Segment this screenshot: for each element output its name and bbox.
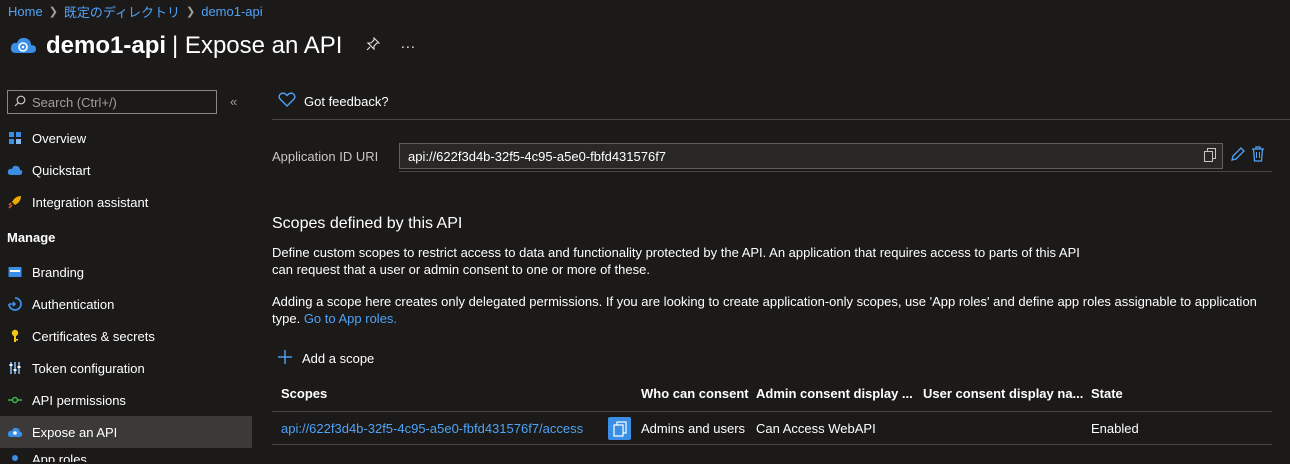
scope-link[interactable]: api://622f3d4b-32f5-4c95-a5e0-fbfd431576… [281, 421, 583, 436]
branding-icon [7, 264, 23, 280]
overview-icon [7, 130, 23, 146]
scopes-note: Adding a scope here creates only delegat… [272, 293, 1272, 327]
admin-consent-cell: Can Access WebAPI [756, 420, 876, 436]
more-options-button[interactable]: ··· [400, 38, 415, 55]
app-name: demo1-api [46, 32, 167, 59]
sidebar-item-label: Token configuration [32, 360, 145, 376]
column-header-who-can-consent[interactable]: Who can consent [608, 386, 756, 401]
expose-api-icon [7, 424, 23, 440]
search-input[interactable] [32, 94, 202, 110]
token-config-icon [7, 360, 23, 376]
scope-cell: api://622f3d4b-32f5-4c95-a5e0-fbfd431576… [272, 421, 608, 436]
main-content: Got feedback? Application ID URI api://6… [272, 86, 1290, 464]
sidebar-item-label: Overview [32, 130, 87, 146]
app-registration-icon [8, 31, 38, 61]
add-scope-label: Add a scope [302, 351, 375, 366]
sidebar-item-branding[interactable]: Branding [0, 256, 252, 288]
sidebar-item-label: Integration assistant [32, 194, 149, 210]
add-scope-button[interactable]: Add a scope [278, 350, 374, 367]
breadcrumb-directory[interactable]: 既定のディレクトリ [64, 2, 180, 21]
divider [399, 171, 1272, 172]
heart-icon [278, 92, 296, 111]
sidebar-item-label: Authentication [32, 296, 115, 312]
copy-icon [612, 420, 627, 437]
go-to-app-roles-link[interactable]: Go to App roles. [304, 311, 397, 326]
page-title: demo1-api | Expose an API [46, 32, 342, 60]
sidebar-item-label: Quickstart [32, 162, 91, 178]
appid-value: api://622f3d4b-32f5-4c95-a5e0-fbfd431576… [408, 148, 667, 164]
column-header-admin-consent[interactable]: Admin consent display ... [756, 386, 923, 401]
appid-label: Application ID URI [272, 149, 379, 164]
api-permissions-icon [7, 392, 23, 408]
edit-icon[interactable] [1230, 146, 1246, 165]
breadcrumb: Home ❯ 既定のディレクトリ ❯ demo1-api [8, 2, 263, 21]
search-icon [14, 95, 26, 110]
copy-scope-button[interactable] [608, 417, 631, 440]
key-icon [7, 328, 23, 344]
delete-icon[interactable] [1251, 146, 1265, 165]
sidebar-item-label: App roles [32, 452, 87, 462]
collapse-sidebar-button[interactable]: « [230, 94, 237, 109]
pin-icon[interactable] [366, 36, 381, 55]
sidebar-section-manage: Manage [7, 229, 56, 245]
sidebar-item-quickstart[interactable]: Quickstart [0, 154, 252, 186]
column-header-user-consent[interactable]: User consent display na... [923, 386, 1091, 401]
scopes-description: Define custom scopes to restrict access … [272, 245, 1080, 277]
column-header-state[interactable]: State [1091, 386, 1231, 401]
sidebar-item-certificates[interactable]: Certificates & secrets [0, 320, 252, 352]
sidebar-item-api-permissions[interactable]: API permissions [0, 384, 252, 416]
breadcrumb-app[interactable]: demo1-api [201, 4, 262, 19]
page-subtitle: | Expose an API [172, 32, 343, 59]
sidebar-item-label: Certificates & secrets [32, 328, 155, 344]
sidebar-item-label: Branding [32, 264, 85, 280]
search-box[interactable] [7, 90, 217, 114]
quickstart-icon [7, 162, 23, 178]
sidebar: « Overview Quickstart Integration assist… [0, 86, 252, 464]
state-cell: Enabled [1091, 420, 1139, 436]
appid-field[interactable]: api://622f3d4b-32f5-4c95-a5e0-fbfd431576… [399, 143, 1223, 169]
sidebar-item-token-configuration[interactable]: Token configuration [0, 352, 252, 384]
scopes-note-text: Adding a scope here creates only delegat… [272, 294, 1257, 326]
sidebar-item-overview[interactable]: Overview [0, 122, 252, 154]
rocket-icon [7, 194, 23, 210]
sidebar-item-integration-assistant[interactable]: Integration assistant [0, 186, 252, 218]
sidebar-item-authentication[interactable]: Authentication [0, 288, 252, 320]
copy-icon[interactable] [1204, 148, 1216, 165]
page-header: demo1-api | Expose an API ··· [8, 28, 415, 64]
section-title: Scopes defined by this API [272, 215, 463, 232]
divider [272, 119, 1290, 120]
table-row[interactable]: api://622f3d4b-32f5-4c95-a5e0-fbfd431576… [272, 412, 1272, 445]
feedback-button[interactable]: Got feedback? [278, 92, 389, 111]
sidebar-nav: Overview Quickstart Integration assistan… [0, 122, 252, 462]
sidebar-item-app-roles[interactable]: App roles [0, 448, 252, 462]
chevron-right-icon: ❯ [186, 6, 196, 18]
breadcrumb-home[interactable]: Home [8, 4, 43, 19]
sidebar-item-label: Expose an API [32, 424, 118, 440]
sidebar-item-label: API permissions [32, 392, 126, 408]
column-header-scopes[interactable]: Scopes [272, 386, 608, 401]
table-header: Scopes Who can consent Admin consent dis… [272, 376, 1272, 412]
feedback-label: Got feedback? [304, 94, 389, 109]
chevron-right-icon: ❯ [48, 6, 58, 18]
plus-icon [278, 350, 292, 367]
scopes-table: Scopes Who can consent Admin consent dis… [272, 376, 1272, 445]
authentication-icon [7, 296, 23, 312]
sidebar-item-expose-an-api[interactable]: Expose an API [0, 416, 252, 448]
app-roles-icon [7, 452, 23, 462]
